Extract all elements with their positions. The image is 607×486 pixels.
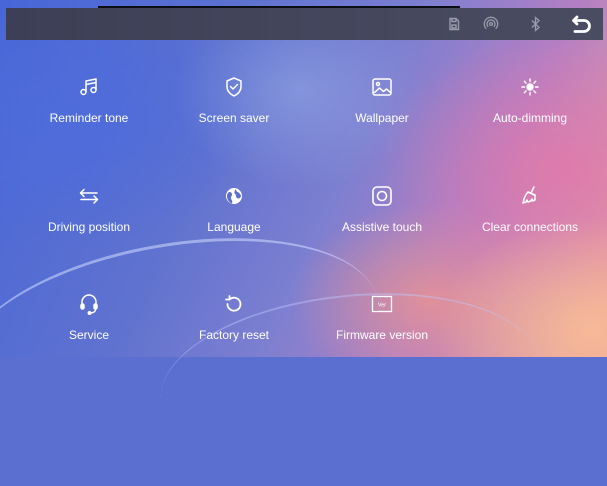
shield-check-icon — [159, 74, 309, 100]
tile-label: Auto-dimming — [492, 111, 568, 125]
tile-factory-reset[interactable]: Factory reset — [159, 291, 309, 361]
tile-auto-dimming[interactable]: Auto-dimming — [455, 74, 605, 144]
music-note-icon — [14, 74, 164, 100]
tile-label: Wallpaper — [355, 111, 409, 125]
tile-firmware-version[interactable]: Ver Firmware version — [307, 291, 457, 361]
tile-label: Factory reset — [198, 328, 270, 342]
globe-icon — [159, 183, 309, 209]
tile-label: Reminder tone — [49, 111, 129, 125]
tile-label: Clear connections — [481, 220, 579, 234]
status-bar — [6, 8, 603, 40]
hotspot-icon — [483, 16, 499, 32]
tile-driving-position[interactable]: Driving position — [14, 183, 164, 253]
tile-label: Assistive touch — [341, 220, 423, 234]
tile-screen-saver[interactable]: Screen saver — [159, 74, 309, 144]
tile-label: Service — [68, 328, 109, 342]
back-button[interactable] — [569, 11, 595, 37]
bluetooth-icon — [528, 16, 544, 32]
image-icon — [307, 74, 457, 100]
headset-icon — [14, 291, 164, 317]
brightness-icon — [455, 74, 605, 100]
tile-label: Driving position — [47, 220, 131, 234]
firmware-ver-icon: Ver — [307, 291, 457, 317]
broom-icon — [455, 183, 605, 209]
tile-reminder-tone[interactable]: Reminder tone — [14, 74, 164, 144]
assistive-touch-icon — [307, 183, 457, 209]
tile-label: Language — [207, 220, 261, 234]
swap-arrows-icon — [14, 183, 164, 209]
reset-icon — [159, 291, 309, 317]
tile-language[interactable]: Language — [159, 183, 309, 253]
tile-service[interactable]: Service — [14, 291, 164, 361]
tile-label: Screen saver — [198, 111, 270, 125]
tile-label: Firmware version — [335, 328, 428, 342]
tile-assistive-touch[interactable]: Assistive touch — [307, 183, 457, 253]
firmware-badge-text: Ver — [378, 303, 386, 309]
sd-card-icon — [446, 16, 462, 32]
tile-clear-connections[interactable]: Clear connections — [455, 183, 605, 253]
tile-wallpaper[interactable]: Wallpaper — [307, 74, 457, 144]
